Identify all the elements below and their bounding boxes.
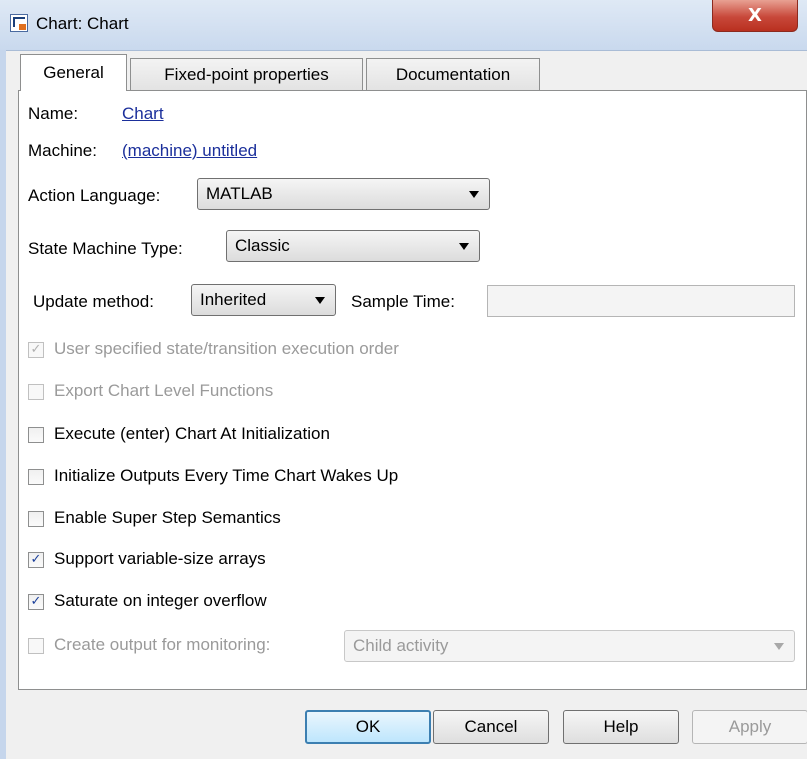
chevron-down-icon	[469, 191, 479, 198]
update-method-label: Update method:	[33, 292, 154, 311]
update-method-value: Inherited	[200, 290, 267, 309]
action-language-label: Action Language:	[28, 186, 161, 205]
cancel-button-label: Cancel	[464, 717, 518, 736]
option-checkbox-label[interactable]: Enable Super Step Semantics	[54, 508, 281, 528]
option-checkbox[interactable]	[28, 427, 44, 443]
tab-fixed-point-properties[interactable]: Fixed-point properties	[130, 58, 363, 90]
action-language-value: MATLAB	[206, 184, 273, 203]
name-label: Name:	[28, 104, 79, 123]
window-title: Chart: Chart	[36, 14, 129, 33]
cancel-button[interactable]: Cancel	[433, 710, 549, 744]
state-machine-type-value: Classic	[235, 236, 290, 255]
sample-time-label: Sample Time:	[351, 292, 455, 311]
machine-label: Machine:	[28, 141, 97, 160]
tab-general-label: General	[43, 63, 104, 82]
checkmark-icon: ✓	[30, 594, 42, 609]
option-checkbox[interactable]	[28, 638, 44, 654]
help-button[interactable]: Help	[563, 710, 679, 744]
option-checkbox-label[interactable]: Initialize Outputs Every Time Chart Wake…	[54, 466, 398, 486]
option-checkbox[interactable]: ✓	[28, 594, 44, 610]
close-icon: X	[748, 5, 762, 26]
window-frame-left	[0, 50, 6, 759]
state-machine-type-label: State Machine Type:	[28, 239, 183, 258]
option-checkbox-label[interactable]: Support variable-size arrays	[54, 549, 266, 569]
update-method-select[interactable]: Inherited	[191, 284, 336, 316]
option-checkbox-label[interactable]: Execute (enter) Chart At Initialization	[54, 424, 330, 444]
chevron-down-icon	[774, 643, 784, 650]
monitoring-select[interactable]: Child activity	[344, 630, 795, 662]
sample-time-input[interactable]	[487, 285, 795, 317]
option-checkbox-label[interactable]: Export Chart Level Functions	[54, 381, 273, 401]
tab-documentation-label: Documentation	[395, 64, 511, 84]
option-checkbox-label[interactable]: Saturate on integer overflow	[54, 591, 267, 611]
checkmark-icon: ✓	[30, 342, 42, 357]
option-checkbox-label[interactable]: User specified state/transition executio…	[54, 339, 399, 359]
stateflow-chart-icon	[10, 14, 28, 32]
action-language-select[interactable]: MATLAB	[197, 178, 490, 210]
state-machine-type-select[interactable]: Classic	[226, 230, 480, 262]
tab-general[interactable]: General	[20, 54, 127, 91]
option-checkbox[interactable]: ✓	[28, 552, 44, 568]
option-checkbox-label[interactable]: Create output for monitoring:	[54, 635, 270, 655]
option-checkbox[interactable]	[28, 511, 44, 527]
tab-fixed-point-label: Fixed-point properties	[164, 64, 329, 84]
option-checkbox[interactable]: ✓	[28, 342, 44, 358]
option-checkbox[interactable]	[28, 384, 44, 400]
tab-documentation[interactable]: Documentation	[366, 58, 540, 90]
apply-button[interactable]: Apply	[692, 710, 807, 744]
option-checkbox[interactable]	[28, 469, 44, 485]
apply-button-label: Apply	[728, 717, 772, 736]
close-button[interactable]: X	[712, 0, 798, 32]
chart-name-link[interactable]: Chart	[122, 104, 164, 124]
checkmark-icon: ✓	[30, 552, 42, 567]
chevron-down-icon	[315, 297, 325, 304]
machine-link[interactable]: (machine) untitled	[122, 141, 257, 161]
help-button-label: Help	[603, 717, 639, 736]
monitoring-select-value: Child activity	[353, 636, 449, 655]
ok-button-label: OK	[355, 717, 381, 736]
ok-button[interactable]: OK	[305, 710, 431, 744]
chevron-down-icon	[459, 243, 469, 250]
title-bar: Chart: Chart X	[0, 0, 807, 51]
